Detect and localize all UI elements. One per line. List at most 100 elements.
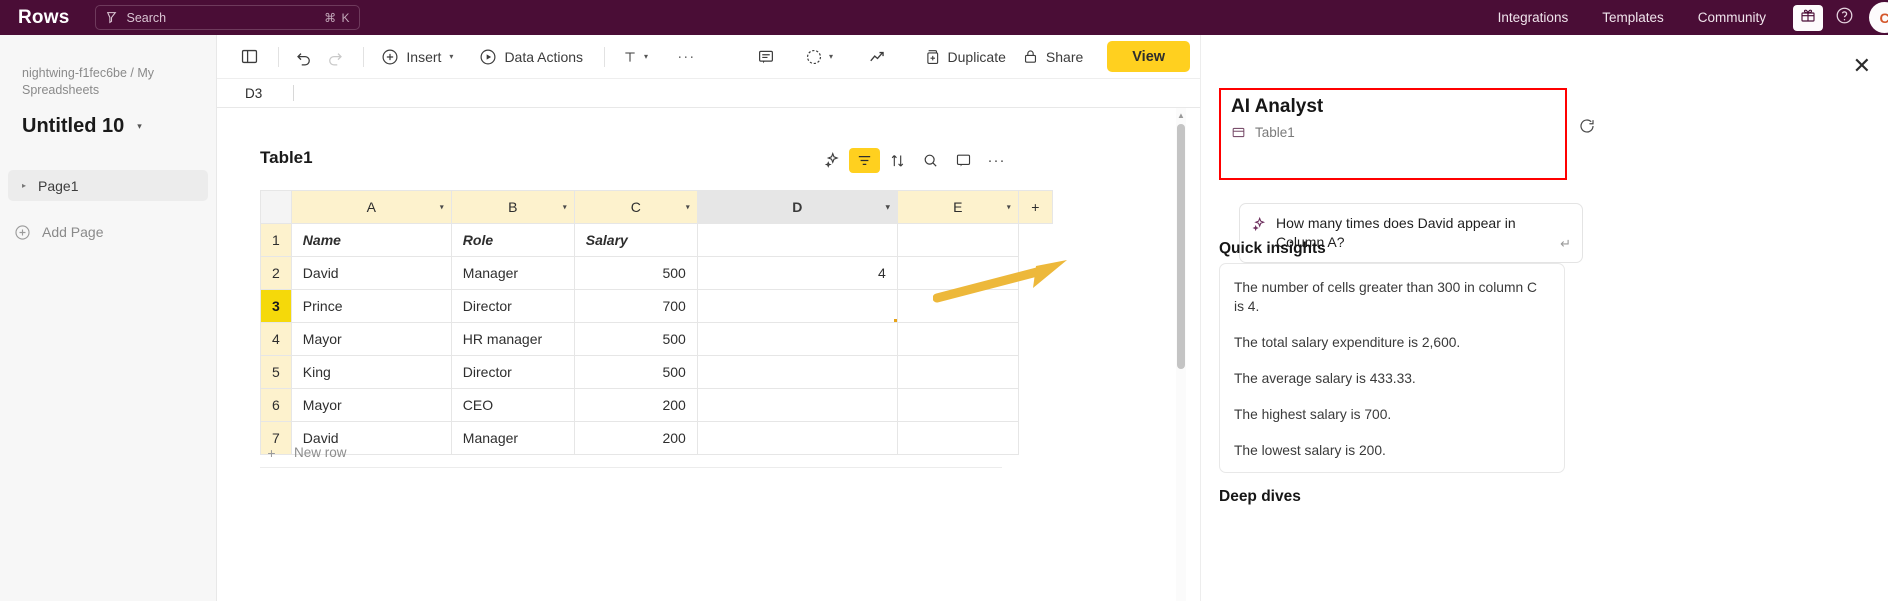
scroll-up-icon[interactable]: ▲ <box>1176 111 1186 120</box>
ai-sparkle-icon[interactable] <box>816 148 847 173</box>
chevron-down-icon[interactable]: ▾ <box>1007 203 1011 212</box>
comment-icon[interactable] <box>752 42 781 72</box>
gift-button[interactable] <box>1793 4 1823 31</box>
insert-button[interactable]: Insert ▾ <box>375 42 459 72</box>
table-row[interactable]: 1 Name Role Salary <box>260 223 1053 257</box>
table-title[interactable]: Table1 <box>260 148 313 168</box>
cell-a1[interactable]: Name <box>290 223 452 257</box>
comment-icon[interactable] <box>948 148 979 173</box>
table-row[interactable]: 4 Mayor HR manager 500 <box>260 322 1053 356</box>
chevron-down-icon[interactable]: ▾ <box>829 52 833 61</box>
text-format-button[interactable]: ▾ <box>616 42 654 72</box>
cell-a3[interactable]: Prince <box>290 289 452 323</box>
cell-e6[interactable] <box>896 388 1019 422</box>
new-row-button[interactable]: + New row <box>260 438 1002 468</box>
chevron-right-icon[interactable]: ▸ <box>22 181 26 190</box>
help-button[interactable] <box>1829 3 1859 33</box>
nav-templates[interactable]: Templates <box>1602 10 1664 25</box>
row-header[interactable]: 5 <box>260 355 292 389</box>
app-logo[interactable]: Rows <box>18 7 69 29</box>
trending-up-icon[interactable] <box>863 42 892 72</box>
column-header-c[interactable]: C ▾ <box>573 190 698 224</box>
text-format-icon <box>622 49 638 65</box>
cell-c1[interactable]: Salary <box>573 223 698 257</box>
row-header[interactable]: 6 <box>260 388 292 422</box>
cell-d2[interactable]: 4 <box>696 256 898 290</box>
column-header-a[interactable]: A ▾ <box>290 190 452 224</box>
undo-icon[interactable] <box>289 42 318 72</box>
cell-c4[interactable]: 500 <box>573 322 698 356</box>
cell-c6[interactable]: 200 <box>573 388 698 422</box>
chevron-down-icon[interactable]: ▾ <box>644 52 648 61</box>
cell-b1[interactable]: Role <box>450 223 575 257</box>
column-header-b[interactable]: B ▾ <box>450 190 575 224</box>
chevron-down-icon[interactable]: ▾ <box>449 52 453 61</box>
cell-d1[interactable] <box>696 223 898 257</box>
table-row[interactable]: 5 King Director 500 <box>260 355 1053 389</box>
ai-source-row[interactable]: Table1 <box>1231 125 1555 140</box>
grid-corner[interactable] <box>260 190 292 224</box>
data-actions-button[interactable]: Data Actions <box>473 42 589 72</box>
version-history-button[interactable]: ▾ <box>799 42 839 72</box>
more-icon[interactable]: ··· <box>981 148 1012 173</box>
sheet-vertical-scrollbar[interactable]: ▲ <box>1176 108 1186 601</box>
chevron-down-icon[interactable]: ▾ <box>886 203 890 212</box>
cell-b6[interactable]: CEO <box>450 388 575 422</box>
sidebar-item-page1[interactable]: ▸ Page1 <box>8 170 208 201</box>
nav-integrations[interactable]: Integrations <box>1498 10 1569 25</box>
search-icon[interactable] <box>915 148 946 173</box>
panel-toggle-icon[interactable] <box>235 42 264 72</box>
cell-c2[interactable]: 500 <box>573 256 698 290</box>
cell-a6[interactable]: Mayor <box>290 388 452 422</box>
cell-e4[interactable] <box>896 322 1019 356</box>
cell-a5[interactable]: King <box>290 355 452 389</box>
chevron-down-icon[interactable]: ▾ <box>563 203 567 212</box>
add-page-button[interactable]: Add Page <box>0 217 216 247</box>
cell-e5[interactable] <box>896 355 1019 389</box>
cell-e1[interactable] <box>896 223 1019 257</box>
cell-c5[interactable]: 500 <box>573 355 698 389</box>
breadcrumb[interactable]: nightwing-f1fec6be / My Spreadsheets <box>22 65 194 99</box>
duplicate-button[interactable]: Duplicate <box>917 42 1012 72</box>
cell-a2[interactable]: David <box>290 256 452 290</box>
redo-icon[interactable] <box>321 42 350 72</box>
chevron-down-icon[interactable]: ▾ <box>440 203 444 212</box>
view-button[interactable]: View <box>1107 41 1191 72</box>
row-header[interactable]: 2 <box>260 256 292 290</box>
table-row[interactable]: 6 Mayor CEO 200 <box>260 388 1053 422</box>
chevron-down-icon[interactable]: ▾ <box>137 121 142 132</box>
formula-bar: D3 <box>217 79 1200 108</box>
chevron-down-icon[interactable]: ▾ <box>686 203 690 212</box>
cell-b5[interactable]: Director <box>450 355 575 389</box>
data-grid[interactable]: A ▾ B ▾ C ▾ D ▾ E ▾ + 1 Name Role Salary… <box>260 190 1053 455</box>
row-header[interactable]: 4 <box>260 322 292 356</box>
cell-d4[interactable] <box>696 322 898 356</box>
cell-reference[interactable]: D3 <box>245 86 293 101</box>
cell-d6[interactable] <box>696 388 898 422</box>
refresh-icon[interactable] <box>1578 117 1596 140</box>
row-header[interactable]: 1 <box>260 223 292 257</box>
sort-icon[interactable] <box>882 148 913 173</box>
cell-d5[interactable] <box>696 355 898 389</box>
add-column-button[interactable]: + <box>1017 190 1053 224</box>
enter-icon[interactable]: ↵ <box>1560 236 1571 252</box>
cell-d3-active[interactable] <box>696 289 898 323</box>
cell-b4[interactable]: HR manager <box>450 322 575 356</box>
share-button[interactable]: Share <box>1016 42 1089 72</box>
global-search-box[interactable]: Search ⌘ K <box>95 5 361 30</box>
document-title-row[interactable]: Untitled 10 ▾ <box>22 115 194 138</box>
row-header-selected[interactable]: 3 <box>260 289 292 323</box>
column-header-d[interactable]: D ▾ <box>696 190 898 224</box>
scrollbar-thumb[interactable] <box>1177 124 1185 369</box>
cell-b3[interactable]: Director <box>450 289 575 323</box>
more-options-icon[interactable]: ··· <box>672 42 701 72</box>
filter-icon[interactable] <box>849 147 880 173</box>
cell-a4[interactable]: Mayor <box>290 322 452 356</box>
user-avatar[interactable]: C <box>1869 2 1888 33</box>
close-icon[interactable]: ✕ <box>1853 55 1871 77</box>
cell-b2[interactable]: Manager <box>450 256 575 290</box>
column-header-e[interactable]: E ▾ <box>896 190 1019 224</box>
nav-community[interactable]: Community <box>1698 10 1766 25</box>
insight-item: The total salary expenditure is 2,600. <box>1234 335 1461 350</box>
cell-c3[interactable]: 700 <box>573 289 698 323</box>
